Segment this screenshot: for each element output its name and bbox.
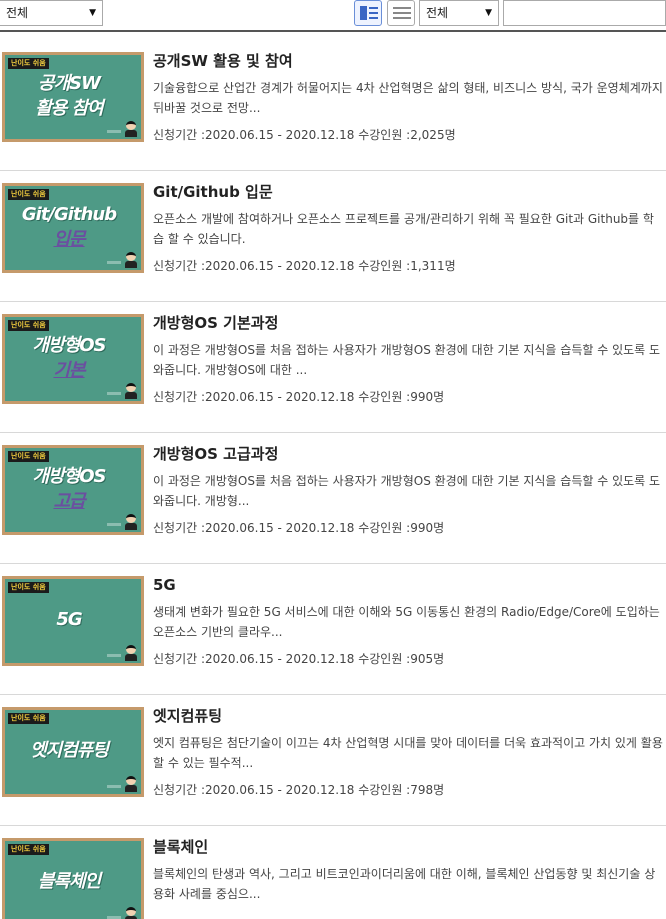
course-item[interactable]: 난이도 쉬움 블록체인 블록체인 블록체인의 탄생과 역사, 그리고 비트코인과이더…: [0, 826, 666, 919]
thumbnail-title-line2: 입문: [53, 229, 85, 250]
thumbnail-title: 블록체인: [5, 869, 133, 894]
thumbnail-logo: [107, 654, 121, 657]
character-icon: [124, 907, 138, 919]
toolbar: 전체 ▼ 전체 ▼: [0, 0, 666, 32]
thumbnail-title: Git/Github 입문: [5, 202, 133, 252]
course-description: 기술융합으로 산업간 경계가 허물어지는 4차 산업혁명은 삶의 형태, 비즈니…: [153, 81, 663, 115]
difficulty-badge: 난이도 쉬움: [8, 844, 49, 855]
course-title[interactable]: 공개SW 활용 및 참여: [153, 52, 663, 70]
difficulty-badge: 난이도 쉬움: [8, 58, 49, 69]
course-thumbnail[interactable]: 난이도 쉬움공개SW 활용 참여: [2, 52, 144, 142]
difficulty-badge: 난이도 쉬움: [8, 582, 49, 593]
course-info: Git/Github 입문오픈소스 개발에 참여하거나 오픈소스 프로젝트를 공…: [153, 183, 663, 274]
course-info: 개방형OS 기본과정이 과정은 개방형OS를 처음 접하는 사용자가 개방형OS…: [153, 314, 663, 405]
chevron-down-icon: ▼: [485, 8, 492, 18]
thumbnail-title-line2: 활용 참여: [35, 98, 104, 119]
course-info: 블록체인 블록체인의 탄생과 역사, 그리고 비트코인과이더리움에 대한 이해,…: [153, 838, 663, 913]
course-meta: 신청기간 :2020.06.15 - 2020.12.18 수강인원 :990명: [153, 390, 445, 404]
course-meta: 신청기간 :2020.06.15 - 2020.12.18 수강인원 :2,02…: [153, 128, 456, 142]
course-list: 난이도 쉬움 공개SW 활용 참여 공개SW 활용 및 참여 기술융합으로 산업간 경계…: [0, 40, 666, 919]
course-description: 엣지 컴퓨팅은 첨단기술이 이끄는 4차 산업혁명 시대를 맞아 데이터를 더욱…: [153, 736, 663, 770]
course-info: 공개SW 활용 및 참여기술융합으로 산업간 경계가 허물어지는 4차 산업혁명…: [153, 52, 663, 143]
course-thumbnail[interactable]: 난이도 쉬움 5G: [2, 576, 144, 666]
course-title[interactable]: Git/Github 입문: [153, 183, 663, 201]
thumbnail-title: 개방형OS 고급: [5, 464, 133, 514]
thumbnail-title-line1: 블록체인: [37, 871, 101, 892]
thumbnail-logo: [107, 785, 121, 788]
character-icon: [124, 645, 138, 661]
thumbnail-title-line1: 공개SW: [38, 73, 101, 94]
course-description: 이 과정은 개방형OS를 처음 접하는 사용자가 개방형OS 환경에 대한 기본…: [153, 474, 661, 508]
sort-filter-value: 전체: [426, 6, 449, 20]
course-thumbnail[interactable]: 난이도 쉬움개방형OS 기본: [2, 314, 144, 404]
course-meta: 신청기간 :2020.06.15 - 2020.12.18 수강인원 :798명: [153, 783, 445, 797]
thumbnail-title: 개방형OS 기본: [5, 333, 133, 383]
thumbnail-title-line1: Git/Github: [21, 204, 117, 225]
course-item[interactable]: 난이도 쉬움 5G 5G 생태계 변화가 필요한 5G 서비스에 대한 이해와 5G…: [0, 564, 666, 695]
difficulty-badge: 난이도 쉬움: [8, 713, 49, 724]
course-item[interactable]: 난이도 쉬움 엣지컴퓨팅 엣지컴퓨팅 엣지 컴퓨팅은 첨단기술이 이끄는 4차 산업…: [0, 695, 666, 826]
category-filter-select[interactable]: 전체 ▼: [0, 0, 103, 26]
thumbnail-logo: [107, 392, 121, 395]
thumbnail-title-line2: 고급: [53, 491, 85, 512]
chevron-down-icon: ▼: [89, 8, 96, 18]
difficulty-badge: 난이도 쉬움: [8, 320, 49, 331]
thumbnail-title: 5G: [5, 607, 133, 632]
course-meta: 신청기간 :2020.06.15 - 2020.12.18 수강인원 :1,31…: [153, 259, 456, 273]
course-info: 엣지컴퓨팅 엣지 컴퓨팅은 첨단기술이 이끄는 4차 산업혁명 시대를 맞아 데…: [153, 707, 663, 798]
thumbnail-title: 엣지컴퓨팅: [5, 738, 133, 763]
list-view-button[interactable]: [387, 0, 415, 26]
search-input[interactable]: [503, 0, 666, 26]
character-icon: [124, 121, 138, 137]
course-item[interactable]: 난이도 쉬움 Git/Github 입문 Git/Github 입문 오픈소스 개발에 …: [0, 171, 666, 302]
character-icon: [124, 776, 138, 792]
course-description: 오픈소스 개발에 참여하거나 오픈소스 프로젝트를 공개/관리하기 위해 꼭 필…: [153, 212, 654, 246]
course-info: 개방형OS 고급과정이 과정은 개방형OS를 처음 접하는 사용자가 개방형OS…: [153, 445, 663, 536]
course-title[interactable]: 블록체인: [153, 838, 663, 856]
course-description: 블록체인의 탄생과 역사, 그리고 비트코인과이더리움에 대한 이해, 블록체인…: [153, 867, 656, 901]
sort-filter-select[interactable]: 전체 ▼: [419, 0, 499, 26]
thumbnail-title-line1: 엣지컴퓨팅: [30, 740, 109, 761]
course-info: 5G 생태계 변화가 필요한 5G 서비스에 대한 이해와 5G 이동통신 환경…: [153, 576, 663, 667]
course-title[interactable]: 엣지컴퓨팅: [153, 707, 663, 725]
course-thumbnail[interactable]: 난이도 쉬움엣지컴퓨팅: [2, 707, 144, 797]
course-title[interactable]: 개방형OS 고급과정: [153, 445, 663, 463]
difficulty-badge: 난이도 쉬움: [8, 189, 49, 200]
course-title[interactable]: 개방형OS 기본과정: [153, 314, 663, 332]
course-title[interactable]: 5G: [153, 576, 663, 594]
detail-view-button[interactable]: [354, 0, 382, 26]
list-view-icon: [393, 7, 411, 19]
thumbnail-title: 공개SW 활용 참여: [5, 71, 133, 121]
thumbnail-logo: [107, 261, 121, 264]
course-item[interactable]: 난이도 쉬움개방형OS 기본 개방형OS 기본과정이 과정은 개방형OS를 처음 접…: [0, 302, 666, 433]
character-icon: [124, 252, 138, 268]
course-thumbnail[interactable]: 난이도 쉬움블록체인: [2, 838, 144, 919]
thumbnail-logo: [107, 130, 121, 133]
thumbnail-title-line1: 5G: [56, 609, 82, 630]
thumbnail-title-line1: 개방형OS: [32, 335, 107, 356]
thumbnail-logo: [107, 523, 121, 526]
thumbnail-title-line2: 기본: [53, 360, 85, 381]
thumbnail-title-line1: 개방형OS: [32, 466, 107, 487]
course-item[interactable]: 난이도 쉬움개방형OS 고급 개방형OS 고급과정이 과정은 개방형OS를 처음 접…: [0, 433, 666, 564]
course-meta: 신청기간 :2020.06.15 - 2020.12.18 수강인원 :905명: [153, 652, 445, 666]
course-thumbnail[interactable]: 난이도 쉬움개방형OS 고급: [2, 445, 144, 535]
difficulty-badge: 난이도 쉬움: [8, 451, 49, 462]
character-icon: [124, 383, 138, 399]
character-icon: [124, 514, 138, 530]
course-item[interactable]: 난이도 쉬움공개SW 활용 참여 공개SW 활용 및 참여기술융합으로 산업간 경계…: [0, 40, 666, 171]
category-filter-value: 전체: [6, 6, 29, 20]
course-description: 생태계 변화가 필요한 5G 서비스에 대한 이해와 5G 이동통신 환경의 R…: [153, 605, 660, 639]
course-thumbnail[interactable]: 난이도 쉬움 Git/Github 입문: [2, 183, 144, 273]
course-description: 이 과정은 개방형OS를 처음 접하는 사용자가 개방형OS 환경에 대한 기본…: [153, 343, 661, 377]
detail-view-icon: [360, 6, 378, 20]
course-meta: 신청기간 :2020.06.15 - 2020.12.18 수강인원 :990명: [153, 521, 445, 535]
